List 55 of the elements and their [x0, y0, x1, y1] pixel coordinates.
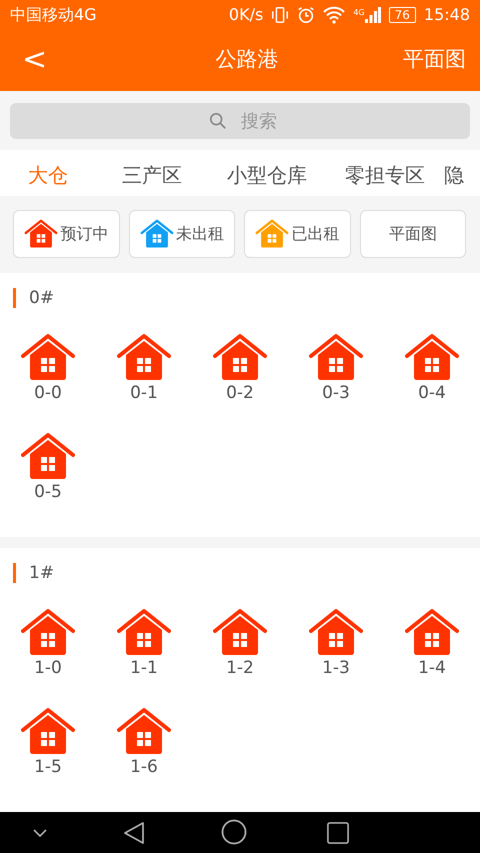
unit-tile[interactable]: 1-4: [384, 600, 480, 699]
unit-tile[interactable]: 1-3: [288, 600, 384, 699]
vibrate-icon: [271, 6, 290, 24]
unit-tile[interactable]: 1-0: [0, 600, 96, 699]
tab[interactable]: 三产区: [96, 150, 208, 196]
unit-label: 1-5: [34, 756, 62, 779]
network-type: 4G: [353, 6, 365, 19]
chevron-down-icon: [33, 829, 47, 837]
square-icon: [327, 822, 349, 844]
legend-button[interactable]: 未出租: [128, 210, 235, 258]
unit-tile[interactable]: 0-4: [384, 324, 480, 424]
section-title: 1#: [13, 562, 54, 583]
battery-icon: 76: [388, 6, 416, 23]
triangle-icon: [123, 820, 145, 845]
unit-label: 0-5: [34, 480, 62, 504]
alarm-icon: [297, 6, 316, 24]
carrier-text: 中国移动4G: [10, 4, 97, 26]
unit-tile[interactable]: 0-0: [0, 324, 96, 424]
unit-tile[interactable]: 0-3: [288, 324, 384, 424]
unit-label: 0-0: [34, 382, 62, 405]
signal-icon: [364, 6, 381, 23]
unit-label: 0-4: [418, 382, 446, 405]
legend-button[interactable]: 已出租: [244, 210, 350, 258]
unit-label: 1-2: [226, 656, 254, 680]
tab[interactable]: 小型仓库: [208, 150, 326, 196]
search-icon: [209, 112, 227, 130]
unit-label: 0-2: [226, 382, 254, 405]
unit-label: 1-6: [130, 756, 158, 779]
unit-label: 1-1: [130, 656, 158, 680]
legend-button[interactable]: 平面图: [360, 210, 466, 258]
unit-tile[interactable]: 0-5: [0, 424, 96, 523]
wifi-icon: [323, 6, 346, 24]
unit-label: 0-1: [130, 382, 158, 405]
unit-tile[interactable]: 0-2: [192, 324, 288, 424]
network-speed: 0K/s: [228, 4, 264, 26]
tab[interactable]: 隐: [444, 150, 480, 196]
tab[interactable]: 零担专区: [326, 150, 444, 196]
unit-tile[interactable]: 1-2: [192, 600, 288, 699]
unit-tile[interactable]: 0-1: [96, 324, 192, 424]
recent-apps-button[interactable]: [327, 820, 349, 844]
search-field[interactable]: 搜索: [10, 103, 470, 140]
unit-label: 1-4: [418, 656, 446, 680]
home-nav-button[interactable]: [221, 819, 247, 846]
section-title: 0#: [13, 288, 54, 308]
clock-text: 15:48: [424, 4, 470, 26]
unit-tile[interactable]: 1-5: [0, 698, 96, 798]
legend-button[interactable]: 预订中: [13, 210, 120, 258]
unit-tile[interactable]: 1-6: [96, 698, 192, 798]
unit-label: 1-0: [34, 656, 62, 680]
circle-icon: [221, 819, 247, 846]
unit-label: 1-3: [322, 656, 350, 680]
screen-title: 公路港: [214, 46, 280, 74]
unit-label: 0-3: [322, 382, 350, 405]
unit-tile[interactable]: 1-1: [96, 600, 192, 699]
back-nav-button[interactable]: [123, 820, 145, 845]
